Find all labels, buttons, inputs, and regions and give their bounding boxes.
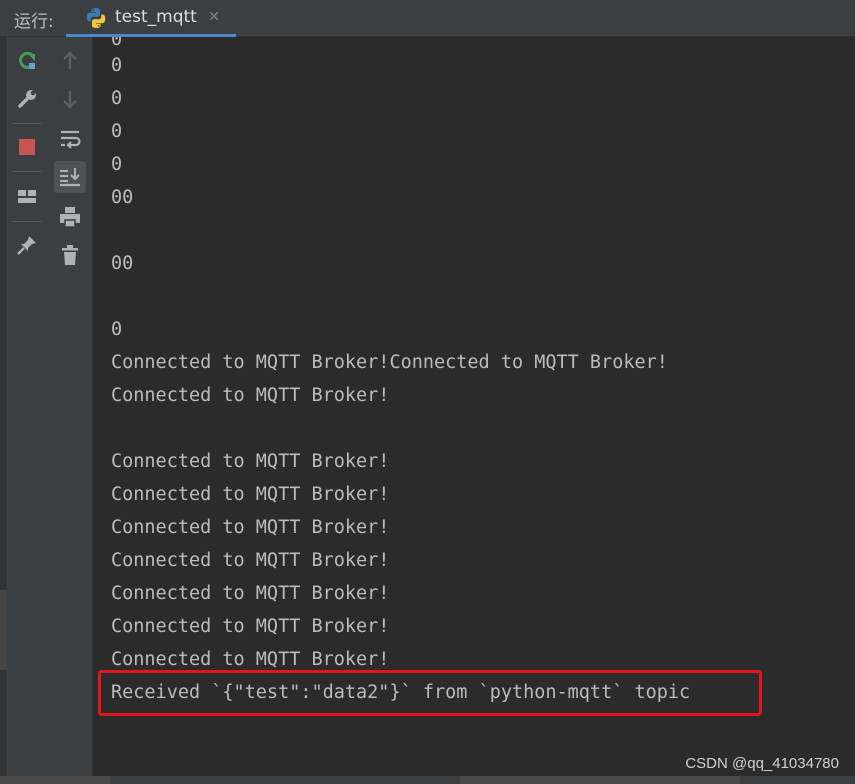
console-line: Connected to MQTT Broker! — [111, 583, 390, 604]
watermark: CSDN @qq_41034780 — [685, 755, 839, 772]
pin-icon[interactable] — [13, 231, 41, 259]
run-tool-window-header: 运行: test_mqtt — [0, 0, 855, 37]
console-line: 00 — [111, 187, 134, 208]
console-line: 0 — [111, 154, 123, 175]
bottom-bar-segment — [0, 776, 110, 784]
run-toolbar-primary — [7, 37, 47, 784]
trash-icon[interactable] — [56, 241, 84, 269]
settings-wrench-icon[interactable] — [13, 85, 41, 113]
bottom-bar-segment — [460, 776, 740, 784]
side-strip-marker — [0, 590, 7, 670]
toolbar-separator — [12, 171, 42, 172]
soft-wrap-icon[interactable] — [56, 125, 84, 153]
console-line: Connected to MQTT Broker! — [111, 550, 390, 571]
console-line: Connected to MQTT Broker! — [111, 484, 390, 505]
rerun-icon[interactable] — [13, 47, 41, 75]
console-line: 0 — [111, 319, 123, 340]
console-line: Connected to MQTT Broker! — [111, 616, 390, 637]
console-line: Connected to MQTT Broker!Connected to MQ… — [111, 352, 668, 373]
console-line: Connected to MQTT Broker! — [111, 517, 390, 538]
console-line: 00 — [111, 253, 134, 274]
run-window: 运行: test_mqtt 0 0 0 0 0 00 00 0 Connecte… — [0, 0, 855, 784]
tab-test-mqtt[interactable]: test_mqtt — [66, 0, 236, 37]
print-icon[interactable] — [56, 203, 84, 231]
toolbar-separator — [12, 123, 42, 124]
up-arrow-icon[interactable] — [56, 47, 84, 75]
python-icon — [84, 6, 108, 30]
layout-icon[interactable] — [13, 183, 41, 211]
console-line: 0 — [111, 88, 123, 109]
scroll-to-end-icon[interactable] — [54, 161, 86, 193]
highlight-annotation-box — [98, 670, 762, 716]
close-icon[interactable] — [206, 8, 222, 24]
console-line: 0 — [111, 55, 123, 76]
run-toolbar-secondary — [47, 37, 93, 784]
stop-icon[interactable] — [13, 133, 41, 161]
console-line: Connected to MQTT Broker! — [111, 385, 390, 406]
toolbar-separator — [12, 221, 42, 222]
run-label: 运行: — [14, 12, 54, 32]
console-line: 0 — [111, 121, 123, 142]
down-arrow-icon[interactable] — [56, 85, 84, 113]
console-line: Connected to MQTT Broker! — [111, 451, 390, 472]
tab-label: test_mqtt — [115, 7, 197, 27]
